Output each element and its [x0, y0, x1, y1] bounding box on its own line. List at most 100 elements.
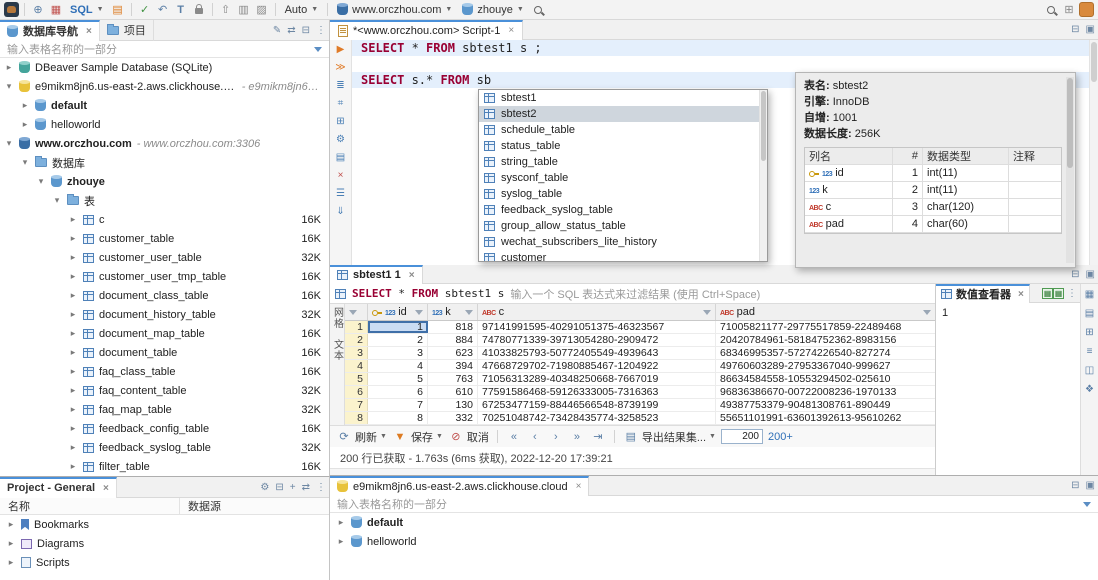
- chevron-down-icon[interactable]: ▾: [36, 176, 46, 187]
- bottom-tree-item-default[interactable]: ▸ default: [330, 513, 1098, 532]
- new-sql-script-icon[interactable]: ▤: [110, 2, 126, 18]
- execute-statement-icon[interactable]: ▶: [337, 43, 345, 56]
- tree-item-table[interactable]: ▸ faq_map_table 32K: [0, 400, 329, 419]
- schema-selector[interactable]: zhouye ▼: [458, 1, 527, 18]
- corner-header-cell[interactable]: [345, 304, 368, 320]
- chevron-right-icon[interactable]: ▸: [20, 100, 30, 111]
- value-panel-icon[interactable]: ⊞: [1085, 327, 1093, 338]
- cell-pad[interactable]: 55651101991-63601392613-95610262: [716, 412, 935, 424]
- filter-icon[interactable]: [1083, 502, 1091, 507]
- transaction-mode-dropdown[interactable]: Auto ▼: [281, 1, 323, 18]
- cell-c[interactable]: 97141991595-40291051375-46323567: [478, 321, 716, 333]
- close-icon[interactable]: ×: [508, 25, 514, 36]
- cell-c[interactable]: 77591586468-59126333005-7316363: [478, 386, 716, 398]
- maximize-icon[interactable]: ▣: [1083, 269, 1098, 280]
- column-header-datasource[interactable]: 数据源: [180, 498, 221, 514]
- cell-k[interactable]: 763: [428, 373, 478, 385]
- fetch-all-icon[interactable]: ⇥: [590, 429, 606, 445]
- cell-id[interactable]: 8: [368, 412, 428, 424]
- autocomplete-item[interactable]: customer_: [479, 250, 767, 262]
- filter-settings-icon[interactable]: ✎: [270, 25, 284, 36]
- tree-item-table[interactable]: ▸ document_table 16K: [0, 343, 329, 362]
- refresh-button[interactable]: ⟳刷新▼: [336, 429, 387, 445]
- close-icon[interactable]: ×: [1018, 289, 1024, 300]
- cancel-button[interactable]: ⊘取消: [448, 429, 489, 445]
- filter-icon[interactable]: [415, 310, 423, 315]
- chevron-right-icon[interactable]: ▸: [336, 517, 346, 528]
- cell-id[interactable]: 6: [368, 386, 428, 398]
- cell-id[interactable]: 2: [368, 334, 428, 346]
- chevron-right-icon[interactable]: ▸: [6, 538, 16, 549]
- row-number[interactable]: 3: [345, 347, 368, 359]
- cell-c[interactable]: 47668729702-71980885467-1204922: [478, 360, 716, 372]
- project-item-scripts[interactable]: ▸ Scripts: [0, 553, 329, 572]
- tree-item-table[interactable]: ▸ filter_table 16K: [0, 457, 329, 476]
- calc-panel-icon[interactable]: ≡: [1087, 346, 1093, 357]
- autocomplete-item[interactable]: status_table: [479, 138, 767, 154]
- row-number[interactable]: 7: [345, 399, 368, 411]
- search-objects-icon[interactable]: [530, 2, 546, 18]
- minimize-icon[interactable]: ⊟: [1068, 269, 1082, 280]
- metadata-panel-icon[interactable]: ◫: [1085, 365, 1094, 376]
- column-header-id[interactable]: id: [368, 304, 428, 320]
- cell-c[interactable]: 74780771339-39713054280-2909472: [478, 334, 716, 346]
- tree-item-clickhouse[interactable]: ▾ e9mikm8jn6.us-east-2.aws.clickhouse.cl…: [0, 77, 329, 96]
- text-panel-icon[interactable]: ▤: [1085, 308, 1094, 319]
- close-icon[interactable]: ×: [576, 481, 582, 492]
- project-item-diagrams[interactable]: ▸ Diagrams: [0, 534, 329, 553]
- cell-c[interactable]: 41033825793-50772405549-4939643: [478, 347, 716, 359]
- quick-search-icon[interactable]: [1043, 2, 1059, 18]
- previous-page-icon[interactable]: ‹: [527, 429, 543, 445]
- tree-item-orczhou[interactable]: ▾ www.orczhou.com - www.orczhou.com:3306: [0, 134, 329, 153]
- chevron-right-icon[interactable]: ▸: [68, 309, 78, 320]
- user-avatar[interactable]: [1079, 2, 1094, 17]
- autocomplete-item[interactable]: string_table: [479, 154, 767, 170]
- cell-k[interactable]: 623: [428, 347, 478, 359]
- settings-gear-icon[interactable]: ⚙: [336, 133, 345, 146]
- export-from-query-icon[interactable]: ⊞: [336, 115, 344, 128]
- close-icon[interactable]: ×: [103, 483, 109, 494]
- settings-gear-icon[interactable]: ⚙: [257, 482, 272, 493]
- minimize-icon[interactable]: ⊟: [1068, 480, 1082, 491]
- tree-item-table[interactable]: ▸ document_class_table 16K: [0, 286, 329, 305]
- column-header-k[interactable]: k: [428, 304, 478, 320]
- chevron-right-icon[interactable]: ▸: [68, 252, 78, 263]
- value-viewer-body[interactable]: 1: [936, 303, 1080, 323]
- autocomplete-item[interactable]: sbtest1: [479, 90, 767, 106]
- cell-k[interactable]: 130: [428, 399, 478, 411]
- text-presentation-tab[interactable]: 文本: [330, 339, 345, 361]
- autocomplete-item[interactable]: group_allow_status_table: [479, 218, 767, 234]
- first-page-icon[interactable]: «: [506, 429, 522, 445]
- print-icon[interactable]: ▨: [254, 2, 270, 18]
- row-number[interactable]: 5: [345, 373, 368, 385]
- tree-item-table[interactable]: ▸ customer_user_tmp_table 16K: [0, 267, 329, 286]
- export-resultset-button[interactable]: ▤导出结果集...▼: [623, 429, 716, 445]
- close-icon[interactable]: ×: [86, 26, 92, 37]
- cell-id[interactable]: 5: [368, 373, 428, 385]
- last-page-icon[interactable]: »: [569, 429, 585, 445]
- tab-sql-script[interactable]: *<www.orczhou.com> Script-1 ×: [330, 20, 523, 40]
- compare-icon[interactable]: ▥: [236, 2, 252, 18]
- save-all-values-icon[interactable]: ▦: [1053, 288, 1064, 299]
- cell-id[interactable]: 1: [368, 321, 428, 333]
- chevron-right-icon[interactable]: ▸: [68, 442, 78, 453]
- add-icon[interactable]: +: [287, 482, 299, 493]
- autocomplete-item[interactable]: wechat_subscribers_lite_history: [479, 234, 767, 250]
- tree-item-default[interactable]: ▸ default: [0, 96, 329, 115]
- chevron-down-icon[interactable]: ▾: [52, 195, 62, 206]
- grid-presentation-tab[interactable]: 网格: [330, 307, 345, 329]
- collapse-all-icon[interactable]: ⊟: [272, 482, 286, 493]
- open-file-icon[interactable]: ▤: [336, 151, 345, 164]
- tab-database-navigator[interactable]: 数据库导航 ×: [0, 20, 100, 41]
- chevron-right-icon[interactable]: ▸: [6, 557, 16, 568]
- chevron-right-icon[interactable]: ▸: [68, 214, 78, 225]
- tree-search-input[interactable]: 输入表格名称的一部分: [0, 41, 329, 58]
- link-with-editor-icon[interactable]: ⇄: [284, 25, 298, 36]
- popup-scrollbar[interactable]: [759, 90, 767, 261]
- column-header-name[interactable]: 名称: [0, 498, 180, 514]
- cell-pad[interactable]: 71005821177-29775517859-22489468: [716, 321, 935, 333]
- tree-item-table[interactable]: ▸ feedback_syslog_table 32K: [0, 438, 329, 457]
- column-header-pad[interactable]: pad: [716, 304, 935, 320]
- chevron-right-icon[interactable]: ▸: [68, 290, 78, 301]
- tree-item-table[interactable]: ▸ customer_table 16K: [0, 229, 329, 248]
